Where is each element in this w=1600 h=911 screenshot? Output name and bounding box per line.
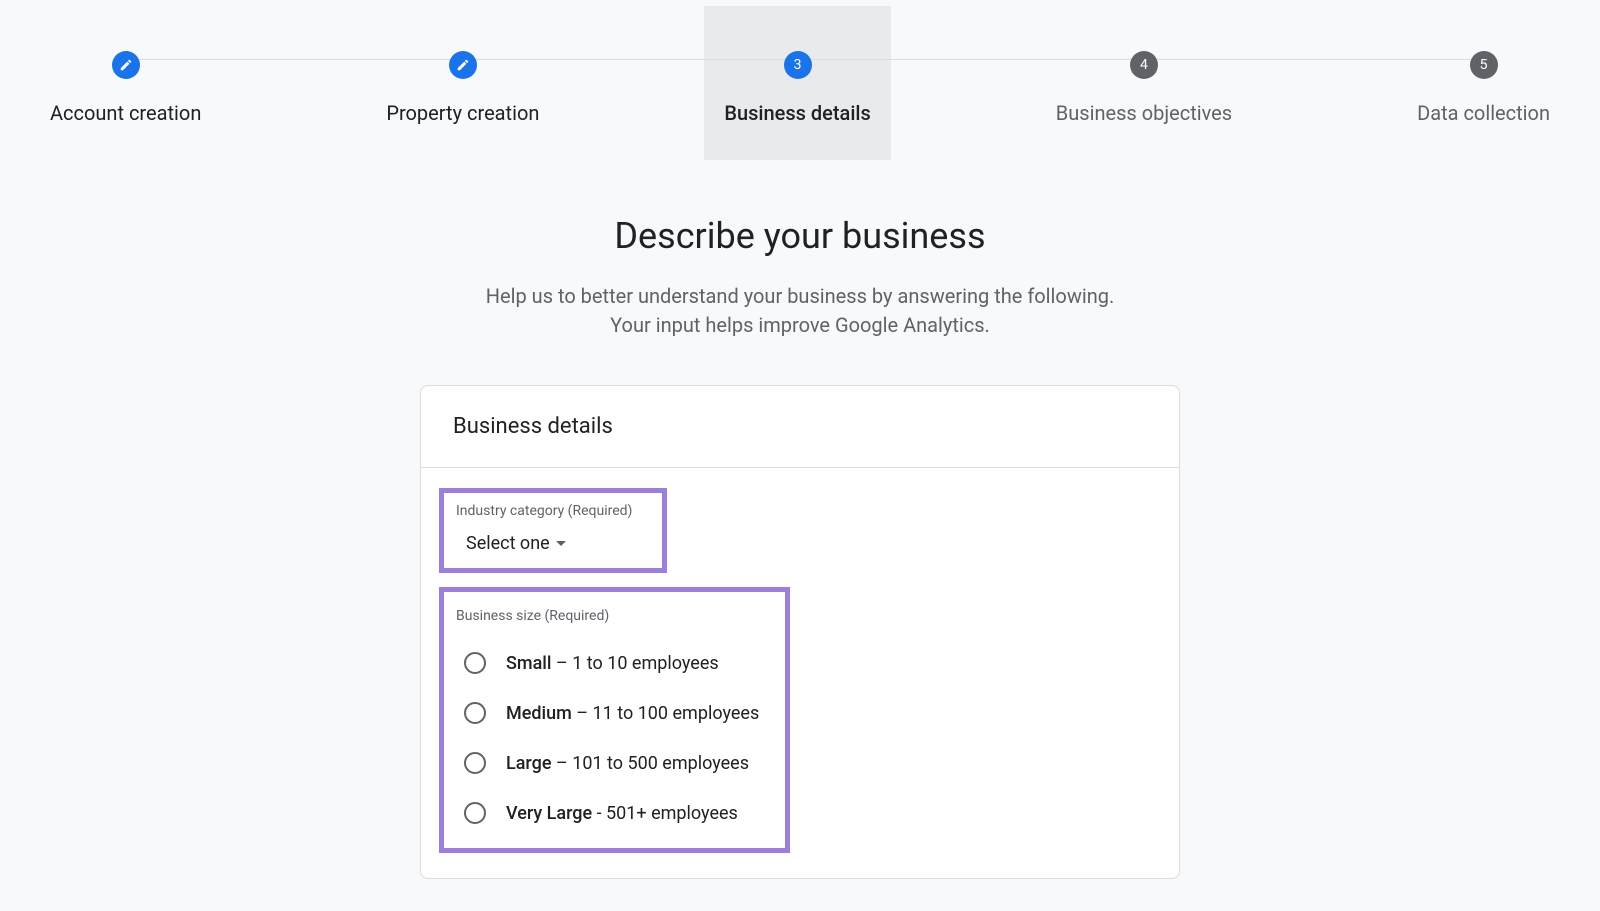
step-circle-done	[449, 51, 477, 79]
size-label: Business size (Required)	[448, 602, 775, 624]
size-desc: – 101 to 500 employees	[551, 753, 749, 774]
size-name: Large	[506, 753, 551, 774]
step-circle-active: 3	[784, 51, 812, 79]
page-heading: Describe your business	[0, 215, 1600, 257]
card-body: Industry category (Required) Select one …	[421, 468, 1179, 878]
size-option-very-large[interactable]: Very Large - 501+ employees	[448, 788, 775, 838]
step-label: Data collection	[1417, 101, 1550, 125]
pencil-icon	[456, 58, 470, 72]
size-desc: - 501+ employees	[592, 803, 738, 824]
size-option-small[interactable]: Small – 1 to 10 employees	[448, 638, 775, 688]
card-title: Business details	[421, 386, 1179, 468]
radio-label: Small – 1 to 10 employees	[506, 653, 719, 674]
radio-label: Very Large - 501+ employees	[506, 803, 738, 824]
subtext-line1: Help us to better understand your busine…	[0, 282, 1600, 311]
subtext-line2: Your input helps improve Google Analytic…	[0, 311, 1600, 340]
industry-select[interactable]: Select one	[456, 533, 650, 554]
size-name: Very Large	[506, 803, 592, 824]
step-label: Account creation	[50, 101, 201, 125]
business-size-field: Business size (Required) Small – 1 to 10…	[439, 587, 790, 853]
step-number: 5	[1480, 57, 1488, 73]
radio-label: Large – 101 to 500 employees	[506, 753, 749, 774]
business-details-card: Business details Industry category (Requ…	[420, 385, 1180, 879]
stepper: Account creation Property creation 3 Bus…	[0, 0, 1600, 160]
size-desc: – 11 to 100 employees	[572, 703, 759, 724]
industry-label: Industry category (Required)	[456, 503, 650, 519]
step-data-collection[interactable]: 5 Data collection	[1397, 6, 1570, 160]
step-number: 4	[1140, 57, 1148, 73]
step-circle-pending: 4	[1130, 51, 1158, 79]
step-label: Business details	[724, 101, 870, 125]
step-business-objectives[interactable]: 4 Business objectives	[1036, 6, 1252, 160]
step-number: 3	[794, 57, 802, 73]
pencil-icon	[119, 58, 133, 72]
step-label: Business objectives	[1056, 101, 1232, 125]
step-label: Property creation	[386, 101, 539, 125]
page-subtext: Help us to better understand your busine…	[0, 282, 1600, 340]
size-option-large[interactable]: Large – 101 to 500 employees	[448, 738, 775, 788]
radio-label: Medium – 11 to 100 employees	[506, 703, 759, 724]
step-circle-pending: 5	[1470, 51, 1498, 79]
size-name: Small	[506, 653, 551, 674]
caret-down-icon	[556, 541, 566, 546]
industry-select-text: Select one	[466, 533, 550, 554]
step-circle-done	[112, 51, 140, 79]
step-account-creation[interactable]: Account creation	[30, 6, 221, 160]
radio-icon	[464, 652, 486, 674]
step-business-details[interactable]: 3 Business details	[704, 6, 890, 160]
radio-icon	[464, 802, 486, 824]
radio-icon	[464, 752, 486, 774]
step-property-creation[interactable]: Property creation	[366, 6, 559, 160]
size-option-medium[interactable]: Medium – 11 to 100 employees	[448, 688, 775, 738]
size-name: Medium	[506, 703, 572, 724]
size-desc: – 1 to 10 employees	[551, 653, 718, 674]
radio-icon	[464, 702, 486, 724]
industry-category-field: Industry category (Required) Select one	[439, 488, 667, 573]
